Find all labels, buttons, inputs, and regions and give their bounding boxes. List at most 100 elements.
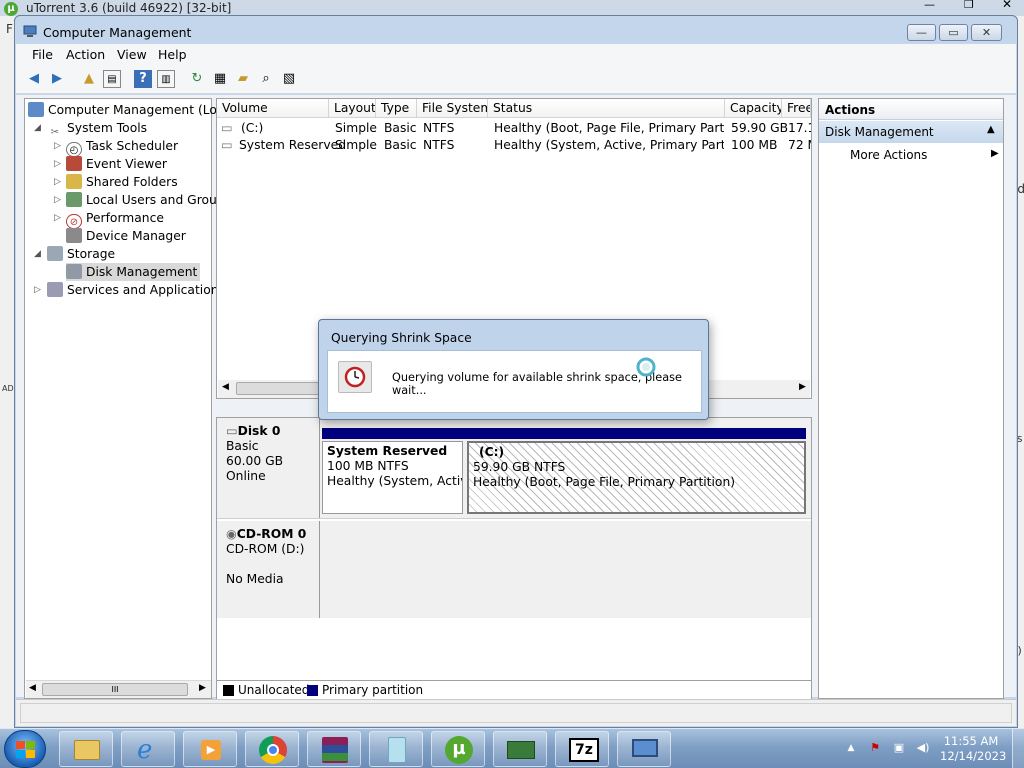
tree-label: Task Scheduler [86,139,179,153]
scroll-right-icon[interactable]: ▶ [799,382,806,392]
tree-item-device-manager[interactable]: Device Manager [66,227,186,245]
bg-maximize-button[interactable]: ❐ [964,0,974,11]
expand-arrow-icon[interactable]: ▷ [54,213,61,223]
action-center-flag-icon[interactable]: ⚑ [868,741,882,755]
forward-arrow-icon[interactable]: ▶ [48,70,66,88]
partition-c[interactable]: (C:) 59.90 GB NTFS Healthy (Boot, Page F… [467,441,806,514]
menu-file[interactable]: File [32,47,53,62]
minimize-button[interactable]: — [907,24,936,41]
taskbar-explorer[interactable] [59,731,113,767]
column-header-capacity[interactable]: Capacity [725,99,782,118]
taskbar-utorrent[interactable]: µ [431,731,485,767]
menu-view[interactable]: View [117,47,147,62]
back-arrow-icon[interactable]: ◀ [25,70,43,88]
table-row[interactable]: ▭ (C:) Simple Basic NTFS Healthy (Boot, … [217,120,811,137]
expand-arrow-icon[interactable]: ▷ [34,285,41,295]
tree-item-storage[interactable]: Storage [47,245,115,263]
table-row[interactable]: ▭ System Reserved Simple Basic NTFS Heal… [217,137,811,154]
maximize-button[interactable]: ▭ [939,24,968,41]
export-list-icon[interactable]: ▧ [280,70,298,88]
partition-system-reserved[interactable]: System Reserved 100 MB NTFS Healthy (Sys… [322,441,463,514]
tree-horizontal-scrollbar[interactable]: ◀ III ▶ [26,680,211,698]
speaker-icon[interactable]: ◀) [916,741,930,755]
up-folder-icon[interactable]: ▲ [80,70,98,88]
collapse-arrow-icon[interactable]: ◢ [34,123,41,133]
background-window-controls[interactable]: — ❐ ✕ [918,0,1024,16]
taskbar-remote-desktop[interactable] [617,731,671,767]
cell-capacity: 59.90 GB [731,121,789,135]
scroll-thumb[interactable]: III [42,683,188,696]
tree-item-task-scheduler[interactable]: ◴ Task Scheduler [66,137,179,157]
expand-arrow-icon[interactable]: ▷ [54,159,61,169]
cell-file-system: NTFS [423,121,455,135]
taskbar-media-player[interactable]: ▶ [183,731,237,767]
more-actions-item[interactable]: More Actions ▶ [819,145,1003,165]
expand-arrow-icon[interactable]: ▷ [54,195,61,205]
collapse-arrow-icon[interactable]: ◢ [34,249,41,259]
cell-capacity: 100 MB [731,138,778,152]
properties-icon[interactable]: ▦ [211,70,229,88]
scroll-right-icon[interactable]: ▶ [199,683,206,693]
show-hide-tree-icon[interactable]: ▤ [103,70,121,88]
scroll-left-icon[interactable]: ◀ [29,683,36,693]
tree-item-event-viewer[interactable]: Event Viewer [66,155,167,173]
tree-item-computer-management[interactable]: Computer Management (Local [28,101,235,119]
tree-item-disk-management[interactable]: Disk Management [66,263,201,281]
system-clock[interactable]: 11:55 AM 12/14/2023 [940,734,1006,764]
computer-icon [28,102,44,117]
tree-label: Storage [67,247,116,261]
actions-section-disk-management[interactable]: Disk Management ▲ [819,121,1003,143]
open-folder-icon[interactable]: ▰ [234,70,252,88]
help-icon[interactable]: ? [134,70,152,88]
disk-row-cdrom0[interactable]: ◉CD-ROM 0 CD-ROM (D:) No Media [217,521,811,618]
taskbar-internet-explorer[interactable]: e [121,731,175,767]
column-header-type[interactable]: Type [376,99,417,118]
tree-item-services-applications[interactable]: Services and Applications [47,281,225,299]
title-bar[interactable]: Computer Management — ▭ ✕ [15,16,1017,44]
status-bar [16,699,1016,726]
bg-close-button[interactable]: ✕ [1002,0,1012,11]
refresh-icon[interactable]: ↻ [188,70,206,88]
column-header-file-system[interactable]: File System [417,99,488,118]
tree-item-performance[interactable]: ⊘ Performance [66,209,164,229]
storage-icon [47,246,63,261]
disk-row-disk0[interactable]: ▭Disk 0 Basic 60.00 GB Online System Res… [217,418,811,519]
folder-icon [74,740,100,760]
media-player-icon: ▶ [201,740,221,760]
cell-volume: (C:) [241,121,264,135]
tree-item-local-users[interactable]: Local Users and Groups [66,191,231,209]
show-desktop-button[interactable] [1012,729,1024,768]
column-header-layout[interactable]: Layout [329,99,376,118]
show-hide-action-pane-icon[interactable]: ▥ [157,70,175,88]
network-icon[interactable]: ▣ [892,741,906,755]
menu-help[interactable]: Help [158,47,187,62]
disk-icon: ▭ [226,424,238,438]
taskbar-notepad[interactable] [369,731,423,767]
dialog-title: Querying Shrink Space [331,331,472,345]
computer-management-icon [23,25,37,37]
show-hidden-icons-arrow[interactable]: ▲ [844,741,858,755]
expand-arrow-icon[interactable]: ▷ [54,141,61,151]
column-header-status[interactable]: Status [488,99,725,118]
menu-action[interactable]: Action [66,47,105,62]
tree-item-system-tools[interactable]: ✂ System Tools [47,119,147,138]
utorrent-icon: µ [4,2,18,16]
column-header-volume[interactable]: Volume [217,99,329,118]
bg-minimize-button[interactable]: — [924,0,935,11]
expand-arrow-icon[interactable]: ▷ [54,177,61,187]
taskbar-winrar[interactable] [307,731,361,767]
tree-item-shared-folders[interactable]: Shared Folders [66,173,178,191]
background-title-bar[interactable]: µ uTorrent 3.6 (build 46922) [32-bit] — … [0,0,1024,16]
column-header-free[interactable]: Free [782,99,811,118]
collapse-up-icon[interactable]: ▲ [987,124,995,135]
taskbar-chrome[interactable] [245,731,299,767]
taskbar-network-card[interactable] [493,731,547,767]
scroll-left-icon[interactable]: ◀ [222,382,229,392]
actions-pane: Actions Disk Management ▲ More Actions ▶ [818,98,1004,699]
taskbar-7zip[interactable]: 7z [555,731,609,767]
start-button[interactable] [4,730,46,768]
disk-state: Online [226,469,266,483]
actions-section-label: Disk Management [825,125,934,139]
close-button[interactable]: ✕ [971,24,1002,41]
search-icon[interactable]: ⌕ [257,70,275,88]
